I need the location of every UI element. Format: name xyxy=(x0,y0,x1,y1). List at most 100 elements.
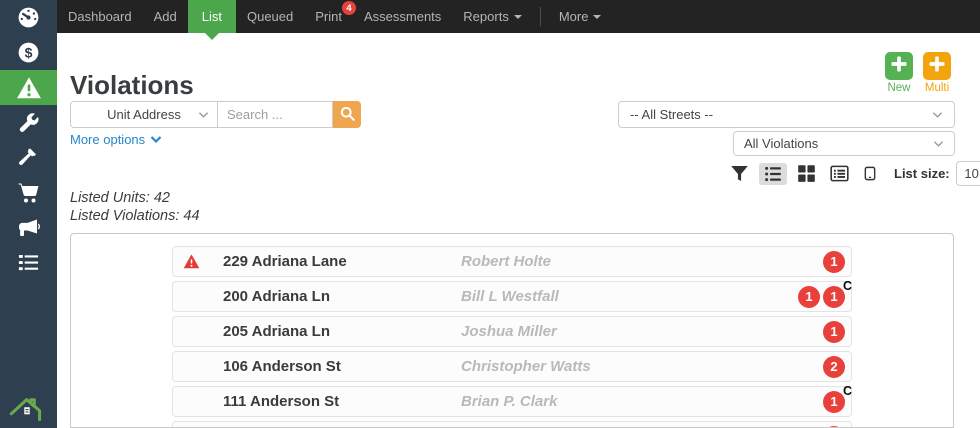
streets-select[interactable]: -- All Streets -- xyxy=(618,101,955,128)
more-options-label: More options xyxy=(70,132,145,147)
multi-violation-action: Multi xyxy=(921,52,953,94)
sidebar-menu: $ xyxy=(0,0,57,280)
nav-item-dashboard[interactable]: Dashboard xyxy=(57,0,143,33)
violation-count-badge[interactable]: 2 xyxy=(823,356,845,378)
nav-item-label: List xyxy=(202,9,222,24)
list-view-button[interactable] xyxy=(759,163,787,185)
chevron-down-icon xyxy=(198,111,209,119)
view-buttons xyxy=(726,161,881,186)
sidebar-item-work-orders[interactable] xyxy=(0,140,57,175)
grid-view-icon xyxy=(797,164,816,183)
violation-count-badge[interactable]: 1C xyxy=(823,391,845,413)
violation-count-badge[interactable]: 1 xyxy=(823,251,845,273)
search-input[interactable] xyxy=(218,101,333,128)
unit-address: 200 Adriana Ln xyxy=(223,288,461,305)
nav-item-label: Reports xyxy=(463,9,509,24)
sidebar-item-purchases[interactable] xyxy=(0,175,57,210)
cart-icon xyxy=(17,181,41,205)
top-nav-menu: Dashboard Add List Queued Print4 Assessments R… xyxy=(57,0,612,33)
caret-down-icon xyxy=(593,15,601,19)
tachometer-icon xyxy=(16,5,41,30)
violation-count-badge[interactable]: 1 xyxy=(823,321,845,343)
quick-actions: New Multi xyxy=(883,52,953,94)
violation-type-select[interactable]: All Violations xyxy=(733,131,955,156)
violation-row[interactable]: 121 Anderson StCarlos Manuel1 xyxy=(172,421,852,428)
resident-name: Joshua Miller xyxy=(461,323,823,340)
multi-violation-button[interactable] xyxy=(923,52,951,80)
nav-item-label: Assessments xyxy=(364,9,441,24)
dollar-icon: $ xyxy=(16,40,41,65)
house-logo-icon[interactable] xyxy=(9,396,49,427)
new-button-label: New xyxy=(887,82,910,94)
search-field-select[interactable]: Unit Address xyxy=(70,101,218,128)
warning-icon xyxy=(16,75,42,101)
sidebar-item-maintenance[interactable] xyxy=(0,105,57,140)
plus-icon xyxy=(889,54,909,79)
list-summary: Listed Units: 42 Listed Violations: 44 xyxy=(70,189,200,225)
new-violation-action: New xyxy=(883,52,915,94)
page-title: Violations xyxy=(70,70,194,101)
nav-item-label: Dashboard xyxy=(68,9,132,24)
resident-name: Brian P. Clark xyxy=(461,393,823,410)
chevron-down-icon xyxy=(932,111,943,119)
nav-item-label: Queued xyxy=(247,9,293,24)
new-violation-button[interactable] xyxy=(885,52,913,80)
filter-icon xyxy=(730,163,749,184)
violation-row[interactable]: 200 Adriana LnBill L Westfall11C xyxy=(172,281,852,312)
top-nav: Dashboard Add List Queued Print4 Assessments R… xyxy=(0,0,980,33)
app-root: Dashboard Add List Queued Print4 Assessments R… xyxy=(0,0,980,428)
sidebar-item-tasks[interactable] xyxy=(0,245,57,280)
listed-units-count: Listed Units: 42 xyxy=(70,189,200,207)
streets-select-value: -- All Streets -- xyxy=(630,107,713,122)
sidebar-item-dashboard[interactable] xyxy=(0,0,57,35)
violation-badges: 2 xyxy=(823,356,845,378)
violation-badges: 1C xyxy=(823,391,845,413)
list-view-icon xyxy=(763,165,783,183)
nav-divider xyxy=(540,7,541,26)
list-size-label: List size: xyxy=(894,166,950,181)
list-size-value: 10 xyxy=(964,166,978,181)
nav-item-add[interactable]: Add xyxy=(143,0,188,33)
resident-name: Robert Holte xyxy=(461,253,823,270)
nav-item-label: More xyxy=(559,9,589,24)
filter-button[interactable] xyxy=(726,161,753,186)
nav-item-queued[interactable]: Queued xyxy=(236,0,304,33)
court-flag: C xyxy=(843,279,852,293)
grid-view-button[interactable] xyxy=(793,162,820,185)
view-toolbar: List size: 10 xyxy=(726,161,980,186)
violation-row[interactable]: 111 Anderson StBrian P. Clark1C xyxy=(172,386,852,417)
svg-text:$: $ xyxy=(25,45,33,61)
sidebar-item-billing[interactable]: $ xyxy=(0,35,57,70)
sidebar-item-announcements[interactable] xyxy=(0,210,57,245)
list-size-select[interactable]: 10 xyxy=(956,161,980,186)
search-group: Unit Address xyxy=(70,101,361,128)
more-options-link[interactable]: More options xyxy=(70,132,162,147)
violation-count-badge[interactable]: 1 xyxy=(798,286,820,308)
violation-count-badge[interactable]: 1C xyxy=(823,286,845,308)
violation-row[interactable]: 106 Anderson StChristopher Watts2 xyxy=(172,351,852,382)
search-button[interactable] xyxy=(333,101,361,128)
search-icon xyxy=(339,105,356,125)
violations-list: 229 Adriana LaneRobert Holte1200 Adriana… xyxy=(70,233,954,428)
listed-violations-count: Listed Violations: 44 xyxy=(70,207,200,225)
resident-name: Christopher Watts xyxy=(461,358,823,375)
nav-item-print[interactable]: Print4 xyxy=(304,0,353,33)
sidebar-item-violations[interactable] xyxy=(0,70,57,105)
violation-row[interactable]: 205 Adriana LnJoshua Miller1 xyxy=(172,316,852,347)
violation-row[interactable]: 229 Adriana LaneRobert Holte1 xyxy=(172,246,852,277)
violation-type-value: All Violations xyxy=(744,136,818,151)
hammer-icon xyxy=(17,146,40,169)
table-view-button[interactable] xyxy=(826,162,853,185)
mobile-view-button[interactable] xyxy=(859,161,881,186)
unit-address: 229 Adriana Lane xyxy=(223,253,461,270)
nav-item-list[interactable]: List xyxy=(188,0,236,33)
violation-badges: 11C xyxy=(798,286,845,308)
multi-button-label: Multi xyxy=(925,82,949,94)
table-view-icon xyxy=(830,164,849,183)
sidebar: $ xyxy=(0,0,57,428)
violation-badges: 1 xyxy=(823,251,845,273)
nav-item-reports[interactable]: Reports xyxy=(452,0,533,33)
nav-item-more[interactable]: More xyxy=(548,0,613,33)
nav-item-assessments[interactable]: Assessments xyxy=(353,0,452,33)
nav-item-label: Add xyxy=(154,9,177,24)
